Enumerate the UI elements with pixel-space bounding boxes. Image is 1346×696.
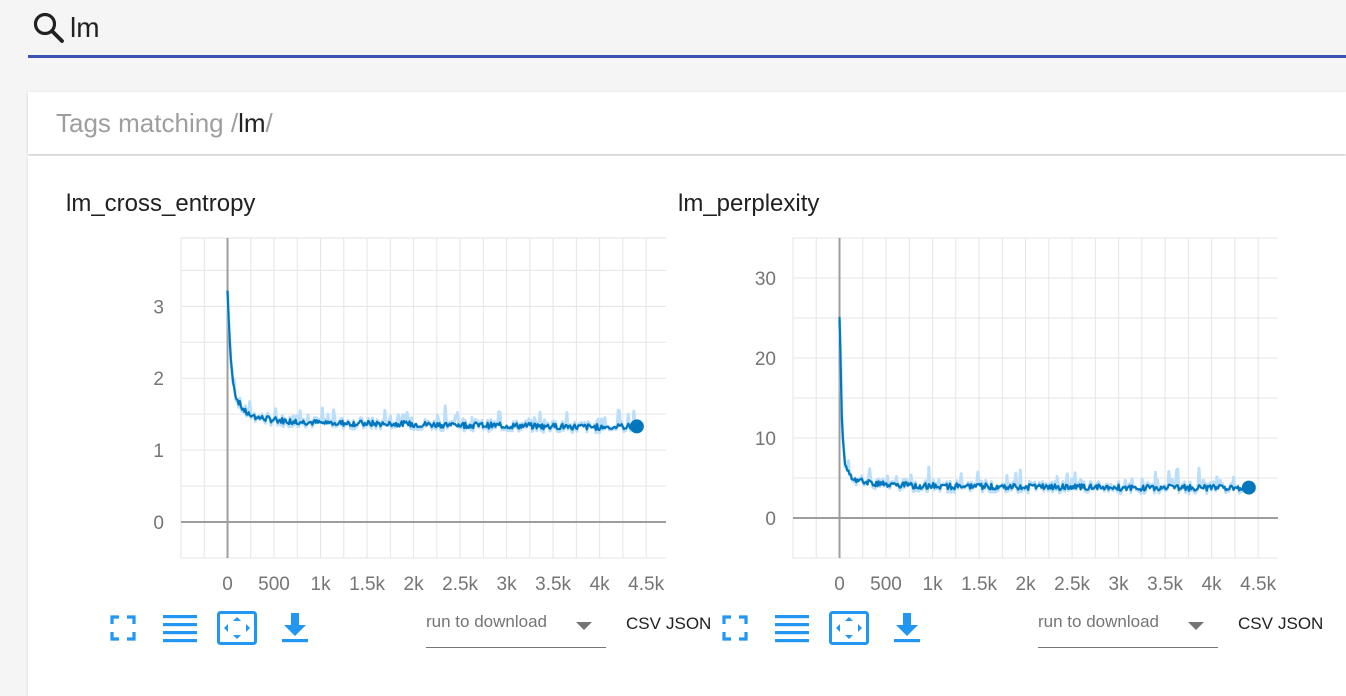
run-select-label: run to download (1038, 612, 1159, 631)
tags-matching-header[interactable]: Tags matching / lm / (28, 92, 1346, 154)
fullscreen-icon (110, 615, 136, 641)
x-tick-label: 0 (222, 574, 233, 595)
search-icon (32, 10, 68, 46)
series-line (226, 290, 638, 432)
card-toolbar: run to download CSV JSON (708, 608, 1323, 652)
y-tick-label: 20 (755, 349, 776, 370)
y-tick-label: 1 (153, 441, 164, 462)
series-line (838, 316, 1249, 492)
run-to-download-select[interactable]: run to download (426, 608, 606, 648)
scalar-card-lm-perplexity: lm_perplexity 0 500 1k 1.5k 2k 2.5k 3k 3.5k 4k 4.… (668, 156, 1323, 676)
scalar-cards-container: lm_cross_entropy 0 500 1k 1.5k 2k 2.5k 3k 3.5k 4… (28, 156, 1346, 696)
tag-filter-input[interactable] (70, 7, 1270, 48)
tags-matching-suffix: / (265, 107, 273, 138)
x-tick-label: 1k (923, 574, 944, 595)
fit-to-data-icon (829, 611, 869, 645)
x-tick-label: 3.5k (1147, 574, 1183, 595)
y-tick-label: 10 (755, 429, 776, 450)
series-raw-line (838, 319, 1250, 496)
x-tick-label: 4k (590, 574, 611, 595)
x-tick-label: 3k (1109, 574, 1130, 595)
download-button[interactable] (274, 608, 316, 648)
download-csv-link[interactable]: CSV (1238, 614, 1273, 634)
card-toolbar: run to download CSV JSON (96, 608, 711, 652)
fit-domain-button[interactable] (216, 608, 258, 648)
download-json-link[interactable]: JSON (1278, 614, 1323, 634)
x-tick-label: 2.5k (1054, 574, 1090, 595)
line-chart[interactable]: 0 500 1k 1.5k 2k 2.5k 3k 3.5k 4k 4.5k 0 1 2 3 (56, 228, 666, 608)
fit-domain-button[interactable] (828, 608, 870, 648)
y-tick-label: 2 (153, 369, 164, 390)
line-chart[interactable]: 0 500 1k 1.5k 2k 2.5k 3k 3.5k 4k 4.5k 0 10 20 30 (668, 228, 1278, 608)
scalar-card-lm-cross-entropy: lm_cross_entropy 0 500 1k 1.5k 2k 2.5k 3k 3.5k 4… (56, 156, 711, 676)
fullscreen-button[interactable] (102, 608, 144, 648)
x-tick-label: 2k (1016, 574, 1037, 595)
download-icon (282, 613, 308, 643)
chevron-down-icon (576, 622, 592, 630)
tag-filter-bar (28, 0, 1346, 58)
x-tick-label: 3k (497, 574, 518, 595)
x-tick-label: 500 (870, 574, 902, 595)
series-end-point (629, 419, 644, 434)
download-csv-link[interactable]: CSV (626, 614, 661, 634)
run-select-label: run to download (426, 612, 547, 631)
x-tick-label: 1k (311, 574, 332, 595)
fullscreen-button[interactable] (714, 608, 756, 648)
x-tick-label: 2.5k (442, 574, 478, 595)
x-tick-label: 0 (834, 574, 845, 595)
x-tick-label: 4.5k (628, 574, 664, 595)
y-tick-label: 30 (755, 269, 776, 290)
lines-icon (775, 615, 809, 643)
plot-frame (180, 237, 666, 559)
tags-matching-prefix: Tags matching / (56, 107, 239, 138)
x-tick-label: 2k (404, 574, 425, 595)
y-tick-label: 3 (153, 297, 164, 318)
card-title: lm_perplexity (678, 190, 820, 217)
download-button[interactable] (886, 608, 928, 648)
x-tick-label: 500 (258, 574, 290, 595)
y-tick-label: 0 (153, 513, 164, 534)
toggle-log-scale-button[interactable] (159, 608, 201, 648)
x-tick-label: 4k (1202, 574, 1223, 595)
lines-icon (163, 615, 197, 643)
fit-to-data-icon (217, 611, 257, 645)
series-raw-line (226, 290, 638, 435)
run-to-download-select[interactable]: run to download (1038, 608, 1218, 648)
series-end-point (1241, 480, 1256, 495)
tags-matching-pattern: lm (238, 107, 266, 138)
x-tick-label: 3.5k (535, 574, 571, 595)
card-title: lm_cross_entropy (66, 190, 256, 217)
x-tick-label: 4.5k (1240, 574, 1276, 595)
x-tick-label: 1.5k (349, 574, 385, 595)
toggle-log-scale-button[interactable] (771, 608, 813, 648)
download-icon (894, 613, 920, 643)
x-tick-label: 1.5k (961, 574, 997, 595)
fullscreen-icon (722, 615, 748, 641)
y-tick-label: 0 (765, 509, 776, 530)
chevron-down-icon (1188, 622, 1204, 630)
